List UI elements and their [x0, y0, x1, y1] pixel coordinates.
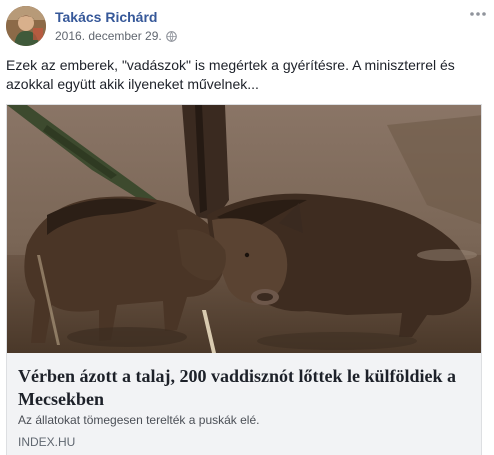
post-message: Ezek az emberek, "vadászok" is megértek … — [6, 57, 455, 92]
avatar-photo — [6, 6, 46, 46]
link-preview-body[interactable]: Vérben ázott a talaj, 200 vaddisznót lőt… — [7, 353, 481, 455]
facebook-post: Takács Richárd 2016. december 29. Ezek a… — [0, 0, 494, 455]
link-title[interactable]: Vérben ázott a talaj, 200 vaddisznót lőt… — [18, 365, 478, 411]
link-preview-card[interactable]: Vérben ázott a talaj, 200 vaddisznót lőt… — [6, 104, 482, 455]
post-timestamp[interactable]: 2016. december 29. — [55, 29, 162, 43]
more-options-icon[interactable] — [469, 8, 487, 20]
globe-icon[interactable] — [166, 31, 177, 42]
link-description: Az állatokat tömegesen terelték a puskák… — [18, 413, 260, 427]
author-name[interactable]: Takács Richárd — [55, 9, 157, 25]
link-domain: INDEX.HU — [18, 435, 76, 449]
link-preview-image[interactable] — [7, 105, 482, 353]
author-avatar[interactable] — [6, 6, 46, 46]
